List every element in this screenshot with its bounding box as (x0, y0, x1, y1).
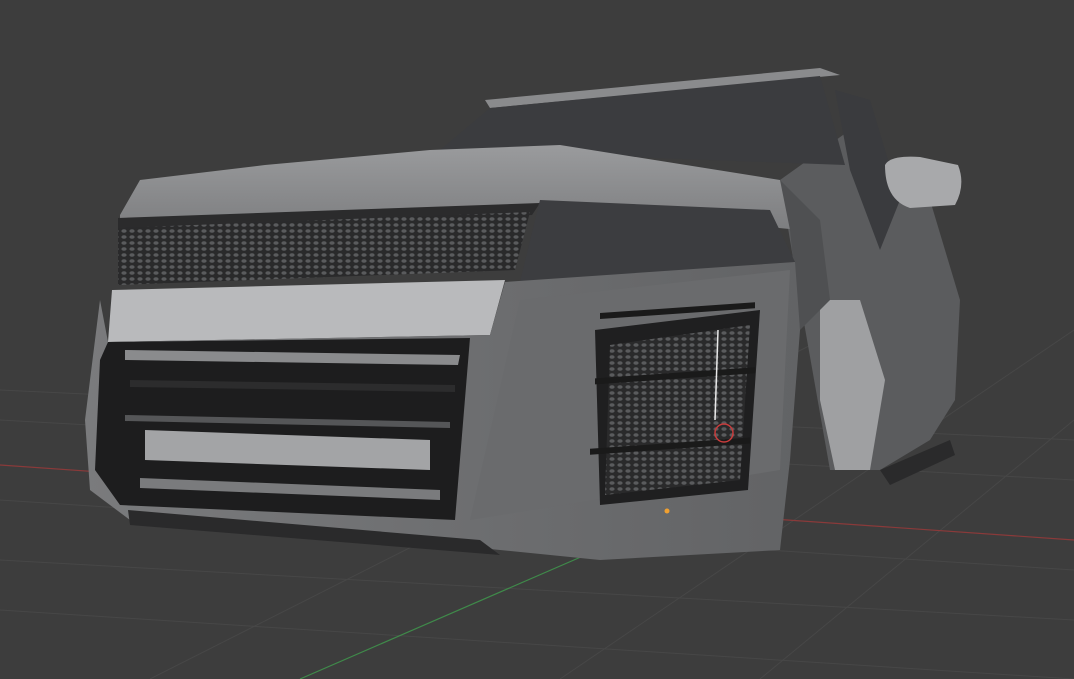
viewport-canvas[interactable] (0, 0, 1074, 679)
car-model[interactable] (85, 68, 962, 560)
y-axis-line (299, 539, 621, 679)
grille-light-bar (108, 280, 505, 342)
3d-viewport[interactable] (0, 0, 1074, 679)
side-intake-mesh (605, 325, 750, 495)
object-origin-dot[interactable] (664, 508, 670, 514)
